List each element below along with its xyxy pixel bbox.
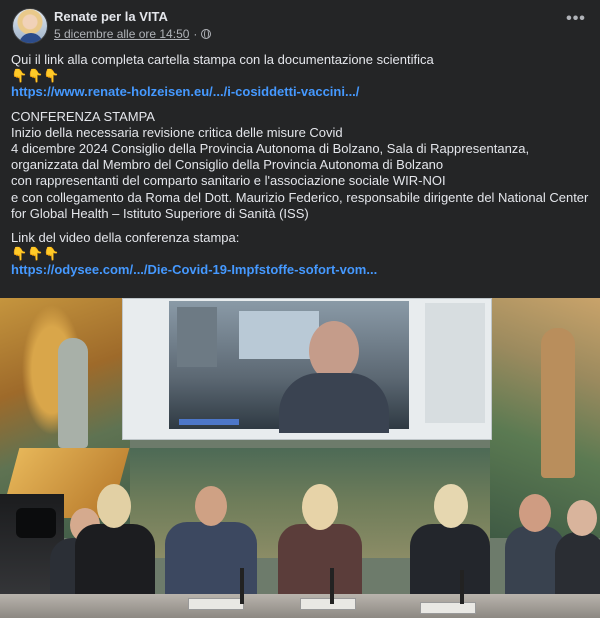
more-options-icon[interactable]: ••• — [562, 11, 590, 32]
microphone — [330, 568, 334, 604]
post-timestamp[interactable]: 5 dicembre alle ore 14:50 — [54, 27, 189, 41]
text-line: CONFERENZA STAMPA — [11, 108, 155, 124]
text-line: 4 dicembre 2024 Consiglio della Provinci… — [11, 141, 530, 157]
author-avatar[interactable] — [12, 8, 48, 44]
text-line: for Global Health – Istituto Superiore d… — [11, 205, 309, 221]
text-line: organizzata dal Membro del Consiglio del… — [11, 157, 444, 173]
text-line: Inizio della necessaria revisione critic… — [11, 124, 343, 140]
nameplate — [188, 598, 244, 610]
globe-icon[interactable] — [201, 29, 212, 39]
press-kit-link[interactable]: https://www.renate-holzeisen.eu/.../i-co… — [11, 84, 359, 99]
text-line: Qui il link alla completa cartella stamp… — [11, 52, 434, 67]
text-line: con rappresentanti del comparto sanitari… — [11, 173, 446, 189]
nameplate — [300, 598, 356, 610]
microphone — [240, 568, 244, 604]
facebook-post: Renate per la VITA 5 dicembre alle ore 1… — [0, 0, 600, 618]
text-line: e con collegamento da Roma del Dott. Mau… — [11, 189, 589, 205]
speaker — [75, 484, 155, 608]
post-photo[interactable] — [0, 298, 600, 618]
video-sidebar — [425, 303, 485, 423]
meta-separator: · — [193, 27, 198, 41]
post-text: Qui il link alla completa cartella stamp… — [11, 52, 595, 279]
speaker — [410, 484, 490, 608]
microphone — [460, 570, 464, 604]
video-call-image — [169, 301, 409, 433]
post-meta: 5 dicembre alle ore 14:50 · — [54, 27, 212, 41]
nameplate — [420, 602, 476, 614]
speaker — [278, 482, 362, 608]
projection-screen — [122, 298, 492, 440]
pointing-down-emoji: 👇👇👇 — [11, 246, 60, 262]
video-link[interactable]: https://odysee.com/.../Die-Covid-19-Impf… — [11, 262, 377, 277]
pointing-down-emoji: 👇👇👇 — [11, 68, 60, 84]
text-line: Link del video della conferenza stampa: — [11, 230, 240, 246]
post-header: Renate per la VITA 5 dicembre alle ore 1… — [10, 8, 590, 48]
author-name[interactable]: Renate per la VITA — [54, 9, 168, 24]
speaker — [555, 498, 600, 608]
